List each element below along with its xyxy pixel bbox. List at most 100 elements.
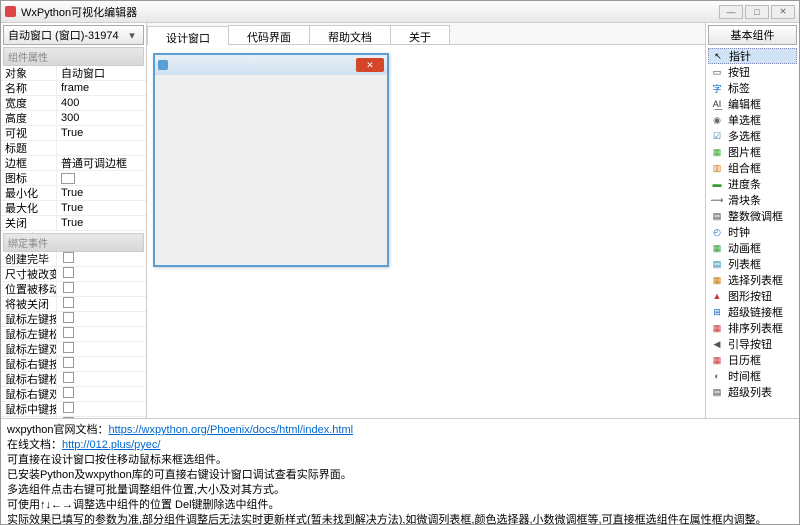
- property-row[interactable]: 对象自动窗口: [1, 66, 146, 81]
- property-value[interactable]: frame: [57, 82, 146, 94]
- design-canvas[interactable]: ✕: [147, 45, 705, 418]
- event-value[interactable]: [57, 252, 146, 266]
- minimize-button[interactable]: —: [719, 5, 743, 19]
- event-value[interactable]: [57, 312, 146, 326]
- component-label: 时钟: [728, 224, 750, 240]
- tab-0[interactable]: 设计窗口: [147, 26, 229, 45]
- component-item[interactable]: ▥组合框: [708, 160, 797, 176]
- design-window-close-button[interactable]: ✕: [356, 58, 384, 72]
- event-value[interactable]: [57, 282, 146, 296]
- component-item[interactable]: ▦动画框: [708, 240, 797, 256]
- checkbox-icon[interactable]: [63, 297, 74, 308]
- property-value[interactable]: True: [57, 127, 146, 139]
- event-value[interactable]: [57, 327, 146, 341]
- event-row[interactable]: 鼠标左键按下: [1, 312, 146, 327]
- property-value[interactable]: 普通可调边框: [57, 155, 146, 171]
- component-item[interactable]: ◴时钟: [708, 224, 797, 240]
- property-row[interactable]: 可视True: [1, 126, 146, 141]
- event-row[interactable]: 鼠标左键双击: [1, 342, 146, 357]
- component-item[interactable]: ☑多选框: [708, 128, 797, 144]
- event-row[interactable]: 将被关闭: [1, 297, 146, 312]
- component-icon: ◉: [710, 114, 724, 126]
- property-value[interactable]: True: [57, 202, 146, 214]
- property-row[interactable]: 宽度400: [1, 96, 146, 111]
- checkbox-icon[interactable]: [63, 282, 74, 293]
- event-row[interactable]: 鼠标左键松开: [1, 327, 146, 342]
- tab-1[interactable]: 代码界面: [228, 25, 310, 44]
- event-value[interactable]: [57, 357, 146, 371]
- checkbox-icon[interactable]: [63, 267, 74, 278]
- component-label: 日历框: [728, 352, 761, 368]
- checkbox-icon[interactable]: [63, 402, 74, 413]
- property-value[interactable]: True: [57, 187, 146, 199]
- component-item[interactable]: A͟I编辑框: [708, 96, 797, 112]
- checkbox-icon[interactable]: [63, 327, 74, 338]
- checkbox-icon[interactable]: [63, 252, 74, 263]
- event-row[interactable]: 位置被移动: [1, 282, 146, 297]
- checkbox-icon[interactable]: [63, 387, 74, 398]
- event-row[interactable]: 鼠标中键松开: [1, 417, 146, 419]
- component-item[interactable]: ⟿滑块条: [708, 192, 797, 208]
- checkbox-icon[interactable]: [63, 342, 74, 353]
- tab-2[interactable]: 帮助文档: [309, 25, 391, 44]
- maximize-button[interactable]: □: [745, 5, 769, 19]
- property-value[interactable]: [57, 172, 146, 184]
- event-value[interactable]: [57, 402, 146, 416]
- event-row[interactable]: 鼠标右键按下: [1, 357, 146, 372]
- event-value[interactable]: [57, 417, 146, 419]
- component-item[interactable]: ▤列表框: [708, 256, 797, 272]
- component-item[interactable]: ▲图形按钮: [708, 288, 797, 304]
- property-row[interactable]: 最小化True: [1, 186, 146, 201]
- component-item[interactable]: 字标签: [708, 80, 797, 96]
- checkbox-icon[interactable]: [63, 372, 74, 383]
- component-item[interactable]: ◐时间框: [708, 368, 797, 384]
- property-row[interactable]: 高度300: [1, 111, 146, 126]
- property-value[interactable]: 400: [57, 97, 146, 109]
- event-row[interactable]: 鼠标右键双击: [1, 387, 146, 402]
- event-value[interactable]: [57, 387, 146, 401]
- component-item[interactable]: ⊞超级链接框: [708, 304, 797, 320]
- online-docs-link[interactable]: http://012.plus/pyec/: [62, 439, 160, 451]
- event-value[interactable]: [57, 267, 146, 281]
- event-value[interactable]: [57, 342, 146, 356]
- components-panel: 基本组件 ↖指针▭按钮字标签A͟I编辑框◉单选框☑多选框▦图片框▥组合框▬进度条…: [705, 23, 799, 418]
- property-row[interactable]: 最大化True: [1, 201, 146, 216]
- component-item[interactable]: ▦日历框: [708, 352, 797, 368]
- component-item[interactable]: ↖指针: [708, 48, 797, 64]
- component-icon: ▬: [710, 178, 724, 190]
- component-item[interactable]: ▤超级列表: [708, 384, 797, 400]
- component-item[interactable]: ◉单选框: [708, 112, 797, 128]
- event-value[interactable]: [57, 372, 146, 386]
- property-value[interactable]: 300: [57, 112, 146, 124]
- property-row[interactable]: 关闭True: [1, 216, 146, 231]
- component-item[interactable]: ▦图片框: [708, 144, 797, 160]
- checkbox-icon[interactable]: [63, 357, 74, 368]
- component-item[interactable]: ▦排序列表框: [708, 320, 797, 336]
- design-window[interactable]: ✕: [153, 53, 389, 267]
- event-row[interactable]: 创建完毕: [1, 252, 146, 267]
- property-row[interactable]: 名称frame: [1, 81, 146, 96]
- event-name: 将被关闭: [1, 296, 57, 312]
- main-area: 自动窗口 (窗口)-31974 ▾ 组件属性 对象自动窗口名称frame宽度40…: [1, 23, 799, 418]
- component-item[interactable]: ◀引导按钮: [708, 336, 797, 352]
- property-value[interactable]: True: [57, 217, 146, 229]
- property-value[interactable]: 255: [57, 232, 146, 233]
- component-item[interactable]: ▦选择列表框: [708, 272, 797, 288]
- property-row[interactable]: 标题: [1, 141, 146, 156]
- component-item[interactable]: ▬进度条: [708, 176, 797, 192]
- property-row[interactable]: 图标: [1, 171, 146, 186]
- checkbox-icon[interactable]: [63, 312, 74, 323]
- tab-3[interactable]: 关于: [390, 25, 450, 44]
- wxpython-docs-link[interactable]: https://wxpython.org/Phoenix/docs/html/i…: [108, 424, 353, 436]
- checkbox-icon[interactable]: [63, 417, 74, 419]
- property-row[interactable]: 边框普通可调边框: [1, 156, 146, 171]
- property-value[interactable]: 自动窗口: [57, 66, 146, 81]
- event-value[interactable]: [57, 297, 146, 311]
- event-row[interactable]: 鼠标中键按下: [1, 402, 146, 417]
- close-button[interactable]: ⨯: [771, 5, 795, 19]
- component-item[interactable]: ▭按钮: [708, 64, 797, 80]
- component-item[interactable]: ▤整数微调框: [708, 208, 797, 224]
- event-row[interactable]: 鼠标右键松开: [1, 372, 146, 387]
- object-selector[interactable]: 自动窗口 (窗口)-31974 ▾: [3, 25, 144, 45]
- event-row[interactable]: 尺寸被改变: [1, 267, 146, 282]
